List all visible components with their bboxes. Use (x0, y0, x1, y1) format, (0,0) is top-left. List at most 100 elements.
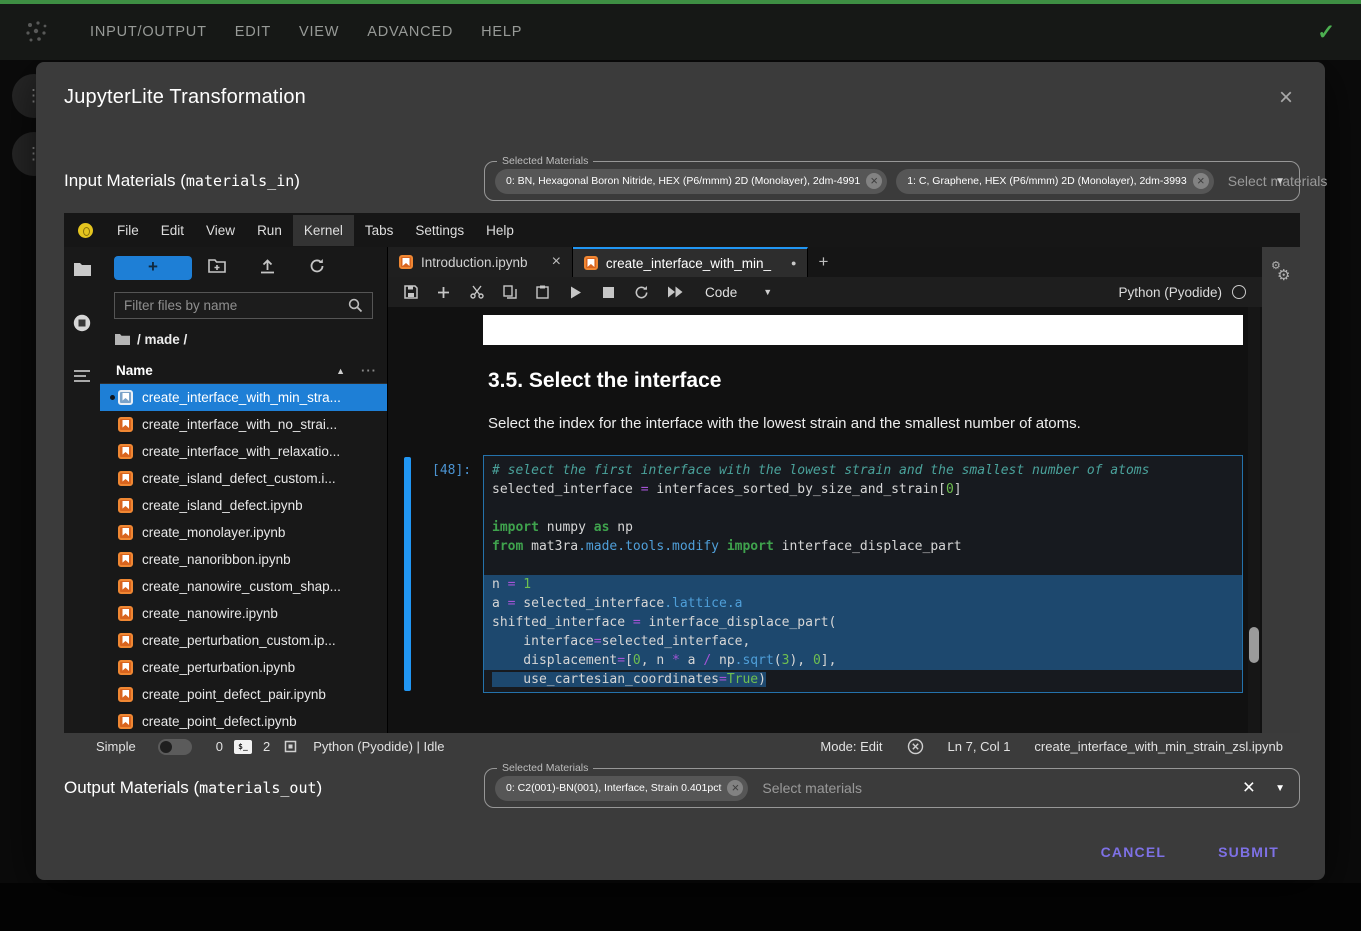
file-item[interactable]: create_island_defect.ipynb (100, 492, 387, 519)
cancel-button[interactable]: CANCEL (1085, 834, 1183, 870)
input-materials-select[interactable]: Selected Materials 0: BN, Hexagonal Boro… (484, 161, 1300, 201)
jupyter-menu-item[interactable]: Tabs (354, 215, 405, 246)
file-item[interactable]: create_point_defect.ipynb (100, 708, 387, 733)
kernel-status-icon[interactable] (1232, 285, 1246, 299)
tab-introduction[interactable]: Introduction.ipynb × (388, 247, 573, 277)
upload-icon[interactable] (242, 258, 292, 279)
trust-shield-icon[interactable] (907, 738, 924, 755)
code-line[interactable]: displacement=[0, n * a / np.sqrt(3), 0], (484, 651, 1242, 670)
file-list-header[interactable]: Name ▲ ··· (100, 358, 387, 384)
top-menu-item[interactable]: ADVANCED (353, 16, 467, 48)
code-line[interactable]: shifted_interface = interface_displace_p… (484, 613, 1242, 632)
jupyter-menu-item[interactable]: Run (246, 215, 293, 246)
clear-selection-icon[interactable]: × (1243, 776, 1255, 800)
breadcrumb[interactable]: / made / (100, 326, 387, 352)
top-menu-item[interactable]: EDIT (221, 16, 285, 48)
table-of-contents-icon[interactable] (73, 369, 91, 383)
close-tab-icon[interactable]: × (552, 253, 561, 271)
jupyter-menu-item[interactable]: Edit (150, 215, 195, 246)
file-item[interactable]: create_interface_with_min_stra... (100, 384, 387, 411)
material-chip[interactable]: 0: BN, Hexagonal Boron Nitride, HEX (P6/… (495, 169, 887, 194)
new-folder-icon[interactable] (192, 258, 242, 278)
file-item[interactable]: create_nanoribbon.ipynb (100, 546, 387, 573)
lightbulb-icon[interactable] (78, 223, 93, 238)
code-line[interactable]: import numpy as np (484, 518, 1242, 537)
cell-collapser[interactable] (404, 457, 411, 691)
code-line[interactable]: from mat3ra.made.tools.modify import int… (484, 537, 1242, 556)
copy-icon[interactable] (493, 285, 526, 299)
code-line[interactable]: use_cartesian_coordinates=True) (484, 670, 1242, 689)
file-item[interactable]: create_perturbation_custom.ip... (100, 627, 387, 654)
top-menu-item[interactable]: INPUT/OUTPUT (76, 16, 221, 48)
code-line[interactable]: selected_interface = interfaces_sorted_b… (484, 480, 1242, 499)
restart-kernel-icon[interactable] (625, 285, 658, 300)
notebook-content[interactable]: 3.5. Select the interface Select the ind… (388, 307, 1262, 733)
output-materials-select[interactable]: Selected Materials 0: C2(001)-BN(001), I… (484, 768, 1300, 808)
code-line[interactable] (484, 556, 1242, 575)
chip-remove-icon[interactable]: × (1193, 173, 1209, 189)
material-chip[interactable]: 0: C2(001)-BN(001), Interface, Strain 0.… (495, 776, 748, 801)
code-cell[interactable]: [48]: # select the first interface with … (388, 455, 1262, 693)
markdown-paragraph[interactable]: Select the index for the interface with … (488, 415, 1081, 432)
code-line[interactable]: n = 1 (484, 575, 1242, 594)
code-line[interactable]: # select the first interface with the lo… (484, 461, 1242, 480)
markdown-heading[interactable]: 3.5. Select the interface (488, 369, 721, 393)
submit-button[interactable]: SUBMIT (1202, 834, 1295, 870)
top-menu-item[interactable]: VIEW (285, 16, 353, 48)
file-item[interactable]: create_monolayer.ipynb (100, 519, 387, 546)
file-item[interactable]: create_interface_with_no_strai... (100, 411, 387, 438)
chip-remove-icon[interactable]: × (866, 173, 882, 189)
scrollbar-thumb[interactable] (1249, 627, 1259, 663)
jupyter-menu-item[interactable]: Settings (404, 215, 475, 246)
file-item[interactable]: create_interface_with_relaxatio... (100, 438, 387, 465)
file-item[interactable]: create_perturbation.ipynb (100, 654, 387, 681)
run-all-icon[interactable] (658, 286, 691, 298)
filter-files-input[interactable]: Filter files by name (114, 292, 373, 319)
jupyter-menu-item[interactable]: View (195, 215, 246, 246)
top-menu-item[interactable]: HELP (467, 16, 536, 48)
sort-arrow-icon[interactable]: ▲ (336, 366, 345, 376)
kernels-count[interactable]: 2 (263, 739, 270, 754)
stop-icon[interactable] (592, 287, 625, 298)
file-item[interactable]: create_nanowire.ipynb (100, 600, 387, 627)
insert-cell-icon[interactable] (427, 286, 460, 299)
chevron-down-icon[interactable]: ▼ (1275, 783, 1285, 794)
kernel-status-label[interactable]: Python (Pyodide) | Idle (313, 739, 444, 754)
scrollbar-track[interactable] (1248, 307, 1260, 733)
running-kernels-icon[interactable] (72, 313, 92, 333)
app-logo-icon[interactable] (24, 19, 50, 45)
code-editor[interactable]: # select the first interface with the lo… (483, 455, 1243, 693)
check-icon[interactable]: ✓ (1317, 20, 1335, 45)
jupyter-menu-item[interactable]: Help (475, 215, 525, 246)
cell-type-dropdown[interactable]: Code ▼ (705, 285, 772, 300)
simple-mode-toggle[interactable] (158, 739, 192, 755)
code-line[interactable] (484, 499, 1242, 518)
cursor-position[interactable]: Ln 7, Col 1 (948, 739, 1011, 754)
file-browser-icon[interactable] (73, 261, 92, 277)
jupyter-menu-item[interactable]: File (106, 215, 150, 246)
cut-icon[interactable] (460, 285, 493, 299)
new-tab-button[interactable]: + (808, 247, 838, 277)
tab-bar: Introduction.ipynb × create_interface_wi… (388, 247, 1262, 277)
save-icon[interactable] (394, 285, 427, 299)
file-item[interactable]: create_island_defect_custom.i... (100, 465, 387, 492)
terminals-count[interactable]: 0 (216, 739, 223, 754)
paste-icon[interactable] (526, 285, 559, 299)
close-icon[interactable]: × (1279, 84, 1293, 112)
chip-remove-icon[interactable]: × (727, 780, 743, 796)
kernel-name-label[interactable]: Python (Pyodide) (1118, 285, 1222, 300)
run-icon[interactable] (559, 286, 592, 299)
new-launcher-button[interactable]: + (114, 256, 192, 280)
code-line[interactable]: interface=selected_interface, (484, 632, 1242, 651)
file-name: create_monolayer.ipynb (142, 525, 285, 540)
more-options-icon[interactable]: ··· (361, 363, 377, 378)
jupyter-menu-item[interactable]: Kernel (293, 215, 354, 246)
file-item[interactable]: create_nanowire_custom_shap... (100, 573, 387, 600)
chevron-down-icon[interactable]: ▼ (1275, 176, 1285, 187)
refresh-icon[interactable] (292, 258, 342, 279)
mode-indicator[interactable]: Mode: Edit (820, 739, 882, 754)
material-chip[interactable]: 1: C, Graphene, HEX (P6/mmm) 2D (Monolay… (896, 169, 1214, 194)
code-line[interactable]: a = selected_interface.lattice.a (484, 594, 1242, 613)
tab-create-interface[interactable]: create_interface_with_min_ ● (573, 247, 809, 277)
file-item[interactable]: create_point_defect_pair.ipynb (100, 681, 387, 708)
